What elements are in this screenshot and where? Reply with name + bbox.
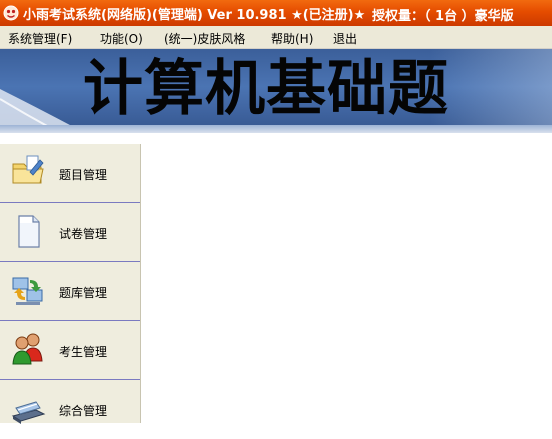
banner-bottom-strip xyxy=(0,125,552,133)
sidebar-item-bank-management[interactable]: 题库管理 xyxy=(0,262,140,321)
window-title: 小雨考试系统(网络版)(管理端) Ver 10.981 ★(已注册)★ xyxy=(23,7,366,23)
menu-skin-style[interactable]: (统一)皮肤风格 xyxy=(164,30,245,47)
folder-edit-icon xyxy=(10,154,46,190)
separator-space xyxy=(0,133,552,144)
sidebar: 题目管理 试卷管理 题库管理 考生管理 综合管理 xyxy=(0,144,141,424)
document-icon xyxy=(10,213,46,249)
sidebar-item-paper-management[interactable]: 试卷管理 xyxy=(0,203,140,262)
sidebar-item-label: 题目管理 xyxy=(59,168,108,182)
menu-bar: 系统管理(F) 功能(O) (统一)皮肤风格 帮助(H) 退出 xyxy=(0,26,552,49)
banner: 计算机基础题 xyxy=(0,49,552,133)
menu-system-management[interactable]: 系统管理(F) xyxy=(8,30,72,47)
sidebar-item-student-management[interactable]: 考生管理 xyxy=(0,321,140,380)
banner-title: 计算机基础题 xyxy=(83,54,449,124)
menu-help[interactable]: 帮助(H) xyxy=(271,30,313,47)
menu-exit[interactable]: 退出 xyxy=(333,30,357,47)
users-icon xyxy=(10,331,46,367)
sidebar-item-label: 试卷管理 xyxy=(59,227,108,241)
sidebar-item-label: 考生管理 xyxy=(59,345,108,359)
license-info: 授权量：（ 1台 ）豪华版 xyxy=(372,9,514,24)
sidebar-item-label: 题库管理 xyxy=(59,286,108,300)
main-content-area xyxy=(141,144,552,423)
menu-function[interactable]: 功能(O) xyxy=(100,30,143,47)
sidebar-item-general-management[interactable]: 综合管理 xyxy=(0,380,140,439)
scanner-icon xyxy=(10,390,46,426)
sidebar-item-question-management[interactable]: 题目管理 xyxy=(0,144,140,203)
database-sync-icon xyxy=(10,272,46,308)
title-bar[interactable]: 小雨考试系统(网络版)(管理端) Ver 10.981 ★(已注册)★ 授权量：… xyxy=(0,0,552,26)
app-icon[interactable] xyxy=(3,5,19,21)
sidebar-item-label: 综合管理 xyxy=(59,404,108,418)
